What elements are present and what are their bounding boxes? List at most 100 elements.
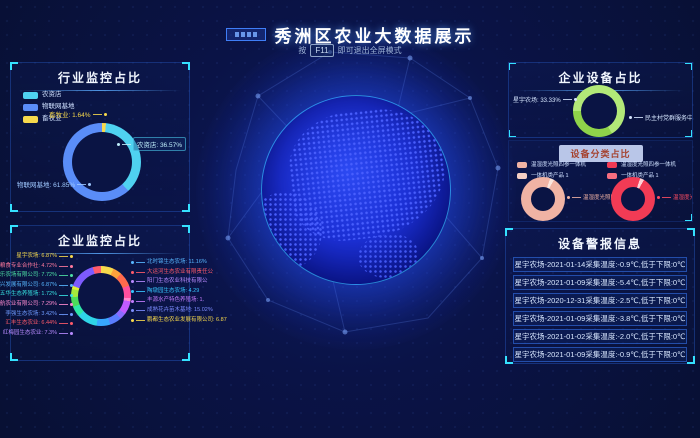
enterprise-label: 振兴发展有限公司: 6.87% (13, 281, 73, 291)
label-text: 李强生态农场: 3.42% (5, 310, 57, 320)
connector-dot (70, 322, 73, 325)
connector-line (136, 320, 145, 321)
enterprise-label: 星宇农场: 6.87% (13, 252, 73, 262)
connector-dot (657, 196, 660, 199)
legend-swatch (23, 92, 38, 99)
donut-hole (581, 93, 617, 129)
equipment-ratio-panel: 企业设备占比 星宇农场: 33.33% 民主村党群服务中心 (508, 62, 693, 138)
enterprise-left-labels: 星宇农场: 6.87% 红旗粮食专业合作社: 4.72% 家乐农场有限公司: 7… (13, 252, 73, 338)
connector-line (136, 291, 145, 292)
fullscreen-hint: 按 F11 即可退出全屏模式 (0, 44, 700, 57)
alarm-row: 星宇农场-2021-01-09采集温度:-0.9℃,低于下限:0℃ (513, 347, 687, 362)
connector-line (572, 197, 581, 198)
enterprise-panel-title: 企业监控占比 (11, 226, 189, 249)
f11-keycap: F11 (310, 44, 333, 57)
logo-badge (226, 28, 266, 41)
connector-dot (131, 309, 134, 312)
device-class-right-callout: 温湿度光照四参一— (657, 193, 693, 201)
connector-dot (70, 255, 73, 258)
enterprise-label: 汇丰生态农业: 6.44% (13, 319, 73, 329)
legend-item[interactable]: 温湿度光照四参一体机 (607, 161, 676, 169)
equipment-panel-title: 企业设备占比 (509, 63, 692, 86)
legend-swatch (607, 173, 617, 179)
connector-dot (629, 116, 632, 119)
legend-item[interactable]: 农资店 (23, 91, 75, 99)
enterprise-label: 鹏都生态农业发展有限公司: 6.87 (131, 316, 191, 326)
alarm-panel-title: 设备警报信息 (506, 229, 694, 252)
connector-dot (88, 183, 91, 186)
legend-item[interactable]: 温湿度光照四参一体机 (517, 161, 586, 169)
equipment-callout-left: 星宇农场: 33.33% (513, 95, 577, 104)
connector-dot (117, 143, 120, 146)
connector-dot (131, 319, 134, 322)
label-text: 五华生态养殖场: 1.72% (0, 290, 57, 300)
enterprise-label: 家乐农场有限公司: 7.72% (13, 271, 73, 281)
industry-callout-top: 畜牧业: 1.64% (49, 109, 107, 119)
callout-text: 农资店: 36.57% (133, 137, 186, 151)
industry-callout-right: 农资店: 36.57% (117, 137, 186, 151)
donut-hole (78, 273, 124, 319)
label-text: 红旗粮食专业合作社: 4.72% (0, 262, 57, 272)
device-class-left-donut[interactable] (521, 177, 565, 221)
connector-line (59, 266, 68, 267)
globe-continent-south (358, 234, 418, 278)
alarm-info-panel: 设备警报信息 星宇农场-2021-01-14采集温度:-0.9℃,低于下限:0℃… (505, 228, 695, 364)
alarm-row: 星宇农场-2021-01-02采集温度:-2.0℃,低于下限:0℃ (513, 329, 687, 344)
industry-monitor-panel: 行业监控占比 农资店 物联网基地 畜牧业 畜牧业: 1.64% (10, 62, 190, 212)
connector-line (136, 272, 145, 273)
connector-dot (70, 294, 73, 297)
hint-suffix: 即可退出全屏模式 (338, 45, 402, 56)
equipment-donut-chart[interactable] (573, 85, 625, 137)
enterprise-label: 丰源水产特色养殖场: 1. (131, 296, 191, 306)
device-class-right-legend: 温湿度光照四参一体机 一体机类产品 1 (607, 161, 676, 180)
alarm-row: 星宇农场-2020-12-31采集温度:-2.5℃,低于下限:0℃ (513, 293, 687, 308)
label-text: 成熟花卉苗木基地: 15.02% (147, 306, 213, 316)
label-text: 家乐农场有限公司: 7.72% (0, 271, 57, 281)
callout-text: 星宇农场: 33.33% (513, 95, 561, 104)
connector-dot (70, 332, 73, 335)
connector-line (93, 114, 102, 115)
connector-line (59, 256, 68, 257)
enterprise-label: 红梅园生态农业: 7.3% (13, 329, 73, 339)
enterprise-label: 成熟花卉苗木基地: 15.02% (131, 306, 191, 316)
label-text: 北时锦生态农场: 11.16% (147, 258, 207, 268)
enterprise-label: 北时锦生态农场: 11.16% (131, 258, 191, 268)
enterprise-donut-chart[interactable] (71, 266, 131, 326)
globe-visualization[interactable] (261, 95, 451, 285)
device-class-right-donut[interactable] (611, 177, 655, 221)
label-text: 中航农业有限公司: 7.29% (0, 300, 57, 310)
connector-dot (70, 265, 73, 268)
legend-swatch (517, 162, 527, 168)
connector-line (59, 295, 68, 296)
enterprise-label: 五华生态养殖场: 1.72% (13, 290, 73, 300)
legend-label: 温湿度光照四参一体机 (531, 161, 586, 169)
label-text: 大运河生态农业有限责任公 (147, 268, 213, 278)
enterprise-label: 中航农业有限公司: 7.29% (13, 300, 73, 310)
alarm-row: 星宇农场-2021-01-09采集温度:-5.4℃,低于下限:0℃ (513, 275, 687, 290)
callout-text: 温湿度光照四参一— (673, 193, 693, 201)
device-class-title: 设备分类占比 (558, 145, 642, 162)
connector-line (59, 304, 68, 305)
industry-donut-chart[interactable] (63, 123, 141, 201)
label-text: 红梅园生态农业: 7.3% (3, 329, 57, 339)
device-class-panel: 设备分类占比 温湿度光照四参一体机 一体机类产品 1 温湿度光照四参一— 温湿度… (508, 140, 693, 222)
connector-line (59, 314, 68, 315)
connector-line (634, 117, 643, 118)
connector-line (59, 333, 68, 334)
equipment-callout-right: 民主村党群服务中心 (629, 113, 693, 122)
connector-dot (131, 290, 134, 293)
connector-dot (131, 261, 134, 264)
connector-line (59, 323, 68, 324)
label-text: 陶墩园生态农场: 4.29 (147, 287, 199, 297)
enterprise-label: 李强生态农场: 3.42% (13, 310, 73, 320)
callout-text: 物联网基地: 61.85% (17, 179, 75, 189)
connector-line (136, 301, 145, 302)
legend-label: 温湿度光照四参一体机 (621, 161, 676, 169)
industry-panel-title: 行业监控占比 (11, 63, 189, 86)
enterprise-label: 红旗粮食专业合作社: 4.72% (13, 262, 73, 272)
connector-dot (574, 98, 577, 101)
connector-dot (131, 300, 134, 303)
alarm-list: 星宇农场-2021-01-14采集温度:-0.9℃,低于下限:0℃星宇农场-20… (513, 257, 687, 362)
connector-line (122, 144, 131, 145)
connector-dot (104, 113, 107, 116)
